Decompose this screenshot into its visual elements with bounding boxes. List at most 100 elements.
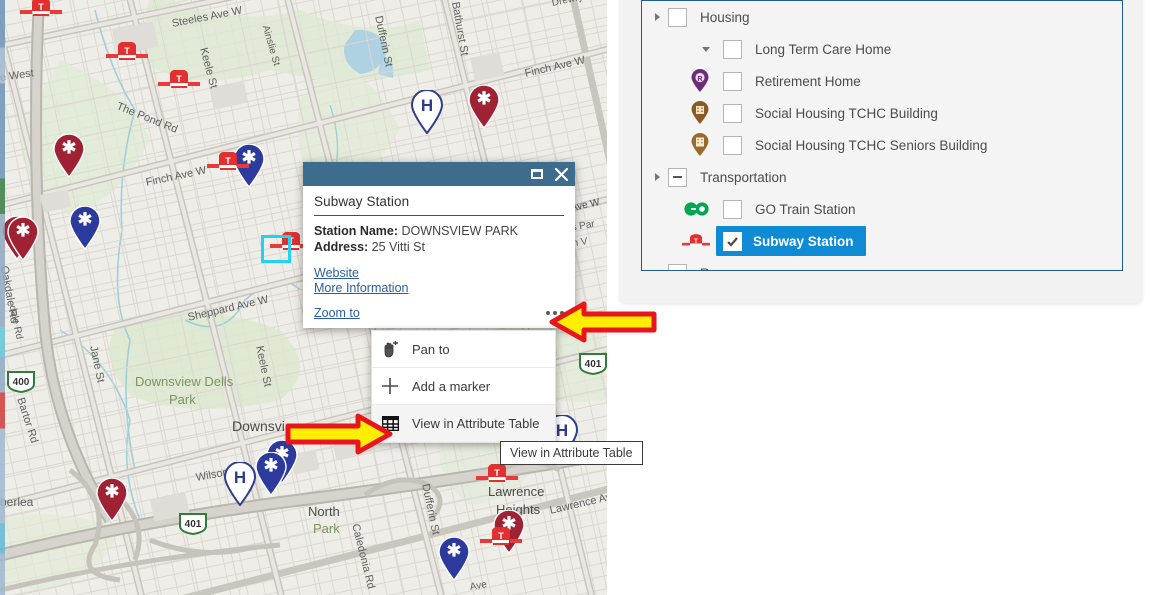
attribute-label: Station Name: bbox=[314, 224, 399, 238]
map-edge-scroll-strip[interactable] bbox=[0, 0, 5, 595]
map-marker-subway-station[interactable]: T bbox=[20, 0, 62, 18]
svg-text:R: R bbox=[697, 76, 702, 83]
layer-label: Social Housing TCHC Building bbox=[755, 105, 938, 121]
feature-popup[interactable]: Subway Station Station Name: DOWNSVIEW P… bbox=[303, 162, 575, 328]
triangle-right-icon[interactable] bbox=[646, 13, 668, 21]
selected-layer-chip[interactable]: Subway Station bbox=[716, 226, 866, 256]
layer-checkbox[interactable] bbox=[668, 167, 687, 187]
layer-label: Long Term Care Home bbox=[755, 41, 892, 57]
map-pin-health-red[interactable] bbox=[6, 217, 40, 261]
map-pin-health-red[interactable] bbox=[467, 85, 501, 129]
close-icon[interactable] bbox=[554, 167, 569, 182]
layer-group-label: Transportation bbox=[700, 169, 787, 185]
map-marker-subway-station[interactable]: T bbox=[480, 526, 522, 547]
svg-text:401: 401 bbox=[185, 519, 202, 530]
map-pin-health-blue[interactable] bbox=[437, 537, 471, 581]
highway-shield-401[interactable]: 401 bbox=[178, 512, 208, 536]
dock-icon[interactable] bbox=[529, 167, 544, 182]
layer-checkbox[interactable] bbox=[723, 135, 742, 155]
layer-row-go-train-station[interactable]: GO Train Station bbox=[642, 193, 1122, 225]
popup-footer: Zoom to bbox=[303, 298, 575, 328]
menu-item-add-a-marker[interactable]: Add a marker bbox=[372, 368, 555, 405]
layer-checkbox[interactable] bbox=[723, 103, 742, 123]
svg-text:H: H bbox=[421, 96, 433, 115]
zoom-to-link[interactable]: Zoom to bbox=[314, 306, 360, 321]
website-link[interactable]: Website bbox=[314, 266, 564, 281]
layer-row-social-housing-tchc-seniors-building[interactable]: Social Housing TCHC Seniors Building bbox=[642, 129, 1122, 161]
pan-hand-icon bbox=[380, 339, 400, 359]
popup-links: Website More Information bbox=[314, 266, 564, 296]
menu-item-view-in-attribute-table[interactable]: View in Attribute Table bbox=[372, 405, 555, 442]
layer-label: Retirement Home bbox=[755, 73, 861, 89]
layer-checkbox[interactable] bbox=[668, 263, 687, 270]
attribute-address: Address: 25 Vitti St bbox=[314, 239, 564, 255]
svg-text:H: H bbox=[234, 468, 246, 487]
plus-icon bbox=[380, 376, 400, 396]
attribute-label: Address: bbox=[314, 240, 369, 254]
more-information-link[interactable]: More Information bbox=[314, 281, 564, 296]
layer-row-long-term-care-home[interactable]: Long Term Care Home bbox=[642, 33, 1122, 65]
svg-text:T: T bbox=[124, 46, 130, 56]
attribute-value: 25 Vitti St bbox=[371, 240, 425, 254]
menu-item-label: Pan to bbox=[412, 341, 450, 357]
go-train-icon bbox=[664, 201, 716, 217]
selected-feature-highlight bbox=[261, 235, 291, 263]
purple-pin-icon: R bbox=[664, 69, 716, 93]
attribute-value: DOWNSVIEW PARK bbox=[401, 224, 518, 238]
map-pin-health-red[interactable] bbox=[52, 134, 86, 178]
layer-group-row-transportation[interactable]: Transportation bbox=[642, 161, 1122, 193]
svg-text:T: T bbox=[498, 531, 504, 541]
svg-text:T: T bbox=[225, 156, 231, 166]
map-marker-subway-station[interactable]: T bbox=[207, 151, 249, 172]
layer-label: GO Train Station bbox=[755, 201, 856, 217]
layer-checkbox[interactable] bbox=[668, 7, 687, 27]
popup-title: Subway Station bbox=[314, 194, 564, 216]
layer-label: Social Housing TCHC Seniors Building bbox=[755, 137, 988, 153]
attribute-table-tooltip: View in Attribute Table bbox=[500, 441, 643, 465]
svg-text:T: T bbox=[494, 468, 500, 478]
map-marker-subway-station[interactable]: T bbox=[476, 463, 518, 484]
layer-group-label: Housing bbox=[700, 9, 750, 25]
arrow-to-attribute-table bbox=[285, 413, 393, 455]
map-pin-health-blue[interactable] bbox=[254, 452, 288, 496]
map-pin-health-red[interactable] bbox=[95, 478, 129, 522]
map-marker-subway-station[interactable]: T bbox=[158, 69, 200, 90]
layer-checkbox[interactable] bbox=[723, 199, 742, 219]
layer-group-row-resources[interactable]: Resources bbox=[642, 257, 1122, 272]
layer-group-row-housing[interactable]: Housing bbox=[642, 1, 1122, 33]
brown-pin-seniors-icon bbox=[664, 133, 716, 157]
svg-text:T: T bbox=[176, 74, 182, 84]
map-marker-subway-station[interactable]: T bbox=[106, 41, 148, 62]
layer-checkbox[interactable] bbox=[723, 39, 742, 59]
layer-row-social-housing-tchc-building[interactable]: Social Housing TCHC Building bbox=[642, 97, 1122, 129]
map-pin-hospital[interactable]: H bbox=[223, 462, 257, 506]
layer-checkbox[interactable] bbox=[723, 71, 742, 91]
layer-row-subway-station[interactable]: T Subway Station bbox=[642, 225, 1122, 257]
highway-shield-401[interactable]: 401 bbox=[578, 352, 607, 376]
highway-shield-400[interactable]: 400 bbox=[6, 370, 36, 394]
map-pin-health-blue[interactable] bbox=[68, 206, 102, 250]
arrow-to-ellipsis bbox=[549, 301, 657, 343]
layer-row-retirement-home[interactable]: R Retirement Home bbox=[642, 65, 1122, 97]
triangle-down-icon[interactable] bbox=[646, 271, 668, 272]
menu-item-label: Add a marker bbox=[412, 378, 491, 394]
svg-text:400: 400 bbox=[13, 377, 30, 388]
layer-group-label: Resources bbox=[700, 266, 765, 271]
layer-tree[interactable]: Housing Long Term Care Home R Retirement Ho… bbox=[641, 0, 1123, 271]
popup-actions-menu[interactable]: Pan to Add a marker View in Attribute Ta… bbox=[371, 330, 556, 443]
svg-text:401: 401 bbox=[585, 359, 602, 370]
menu-item-pan-to[interactable]: Pan to bbox=[372, 331, 555, 368]
subway-icon: T bbox=[664, 233, 716, 249]
svg-text:T: T bbox=[694, 238, 698, 244]
caret-down-icon bbox=[664, 46, 716, 52]
attribute-station-name: Station Name: DOWNSVIEW PARK bbox=[314, 223, 564, 239]
triangle-right-icon[interactable] bbox=[646, 173, 668, 181]
layer-checkbox[interactable] bbox=[723, 231, 742, 251]
popup-header bbox=[303, 162, 575, 186]
svg-text:H: H bbox=[556, 421, 568, 440]
layer-label: Subway Station bbox=[753, 233, 854, 249]
brown-pin-icon bbox=[664, 101, 716, 125]
layer-list-panel: Housing Long Term Care Home R Retirement Ho… bbox=[620, 0, 1142, 303]
map-pin-hospital[interactable]: H bbox=[410, 90, 444, 134]
menu-item-label: View in Attribute Table bbox=[412, 416, 540, 431]
